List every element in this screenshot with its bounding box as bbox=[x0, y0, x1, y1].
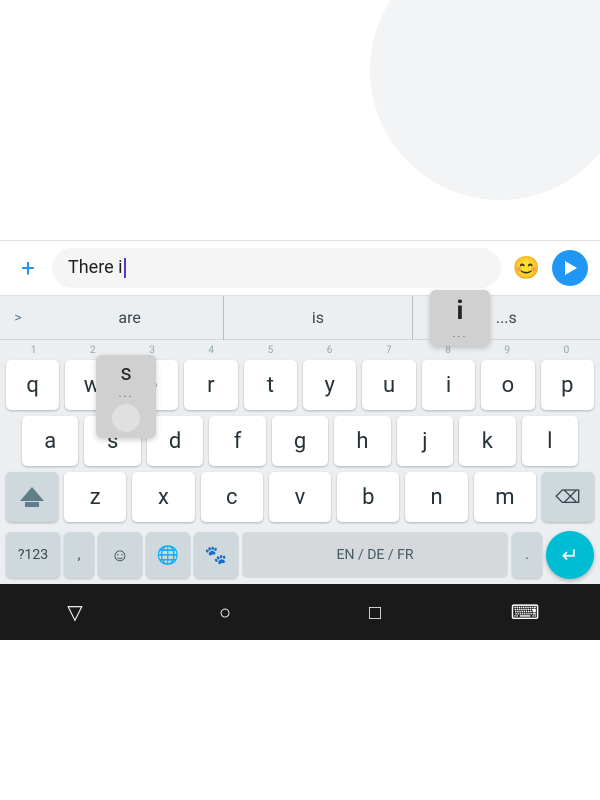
shift-key[interactable] bbox=[6, 472, 58, 522]
delete-key[interactable]: ⌫ bbox=[542, 472, 594, 522]
num-7: 7 bbox=[359, 344, 418, 358]
home-nav-button[interactable]: ○ bbox=[201, 588, 249, 636]
suggestion-item-is[interactable]: is bbox=[224, 296, 412, 340]
paw-key[interactable]: 🐾 bbox=[194, 532, 238, 578]
circle-decoration bbox=[370, 0, 600, 200]
popup-s-key: s ... bbox=[96, 355, 156, 438]
key-row-3: z x c v b n m ⌫ bbox=[0, 472, 600, 522]
keyboard: 1 2 3 4 5 6 7 8 9 0 q w e r t y u i o p … bbox=[0, 340, 600, 584]
key-c[interactable]: c bbox=[201, 472, 263, 522]
input-text: There i bbox=[68, 259, 123, 277]
key-row-1: q w e r t y u i o p bbox=[0, 360, 600, 410]
key-v[interactable]: v bbox=[269, 472, 331, 522]
key-o[interactable]: o bbox=[481, 360, 534, 410]
enter-key[interactable]: ↵ bbox=[546, 531, 594, 579]
emoji-keyboard-key[interactable]: ☺ bbox=[98, 532, 142, 578]
key-j[interactable]: j bbox=[397, 416, 453, 466]
plus-button[interactable]: + bbox=[12, 254, 44, 282]
popup-s-dots: ... bbox=[119, 387, 134, 400]
text-cursor bbox=[124, 258, 126, 278]
key-row-2: a s d f g h j k l bbox=[0, 416, 600, 466]
key-i[interactable]: i bbox=[422, 360, 475, 410]
back-nav-button[interactable]: ▽ bbox=[51, 588, 99, 636]
number-row: 1 2 3 4 5 6 7 8 9 0 bbox=[0, 344, 600, 358]
key-l[interactable]: l bbox=[522, 416, 578, 466]
send-arrow-icon bbox=[565, 261, 577, 275]
key-n[interactable]: n bbox=[405, 472, 467, 522]
recents-nav-button[interactable]: □ bbox=[351, 588, 399, 636]
message-input-field[interactable]: There i bbox=[52, 248, 501, 288]
num-0: 0 bbox=[537, 344, 596, 358]
key-q[interactable]: q bbox=[6, 360, 59, 410]
key-z[interactable]: z bbox=[64, 472, 126, 522]
send-button[interactable] bbox=[552, 250, 588, 286]
key-f[interactable]: f bbox=[209, 416, 265, 466]
num-1: 1 bbox=[4, 344, 63, 358]
key-k[interactable]: k bbox=[459, 416, 515, 466]
key-u[interactable]: u bbox=[362, 360, 415, 410]
key-p[interactable]: p bbox=[541, 360, 594, 410]
key-x[interactable]: x bbox=[132, 472, 194, 522]
key-g[interactable]: g bbox=[272, 416, 328, 466]
popup-s-circle bbox=[112, 404, 140, 432]
popup-i-char: i bbox=[457, 296, 464, 327]
key-a[interactable]: a bbox=[22, 416, 78, 466]
num-4: 4 bbox=[182, 344, 241, 358]
shift-bar-icon bbox=[25, 502, 39, 507]
shift-up-icon bbox=[20, 487, 44, 501]
globe-key[interactable]: 🌐 bbox=[146, 532, 190, 578]
comma-key[interactable]: , bbox=[64, 532, 94, 578]
suggestions-bar: > are is ...s bbox=[0, 296, 600, 340]
num-6: 6 bbox=[300, 344, 359, 358]
bottom-row: ?123 , ☺ 🌐 🐾 EN / DE / FR . ↵ bbox=[0, 528, 600, 582]
popup-i-dots: ... bbox=[453, 327, 468, 340]
popup-s-char: s bbox=[120, 361, 131, 387]
suggestion-item-are[interactable]: are bbox=[36, 296, 224, 340]
key-r[interactable]: r bbox=[184, 360, 237, 410]
numbers-switch-key[interactable]: ?123 bbox=[6, 532, 60, 578]
suggestions-expand-button[interactable]: > bbox=[0, 296, 36, 340]
nav-bar: ▽ ○ □ ⌨ bbox=[0, 584, 600, 640]
popup-i-key: i ... bbox=[430, 290, 490, 346]
input-bar: + There i 😊 bbox=[0, 240, 600, 296]
num-8: 8 bbox=[418, 344, 477, 358]
num-5: 5 bbox=[241, 344, 300, 358]
key-h[interactable]: h bbox=[334, 416, 390, 466]
key-y[interactable]: y bbox=[303, 360, 356, 410]
keyboard-nav-button[interactable]: ⌨ bbox=[501, 588, 549, 636]
language-selector[interactable]: EN / DE / FR bbox=[242, 532, 508, 578]
num-9: 9 bbox=[478, 344, 537, 358]
enter-arrow-icon: ↵ bbox=[562, 543, 579, 567]
key-b[interactable]: b bbox=[337, 472, 399, 522]
key-m[interactable]: m bbox=[474, 472, 536, 522]
top-area bbox=[0, 0, 600, 240]
emoji-button[interactable]: 😊 bbox=[509, 256, 544, 281]
key-t[interactable]: t bbox=[244, 360, 297, 410]
period-key[interactable]: . bbox=[512, 532, 542, 578]
